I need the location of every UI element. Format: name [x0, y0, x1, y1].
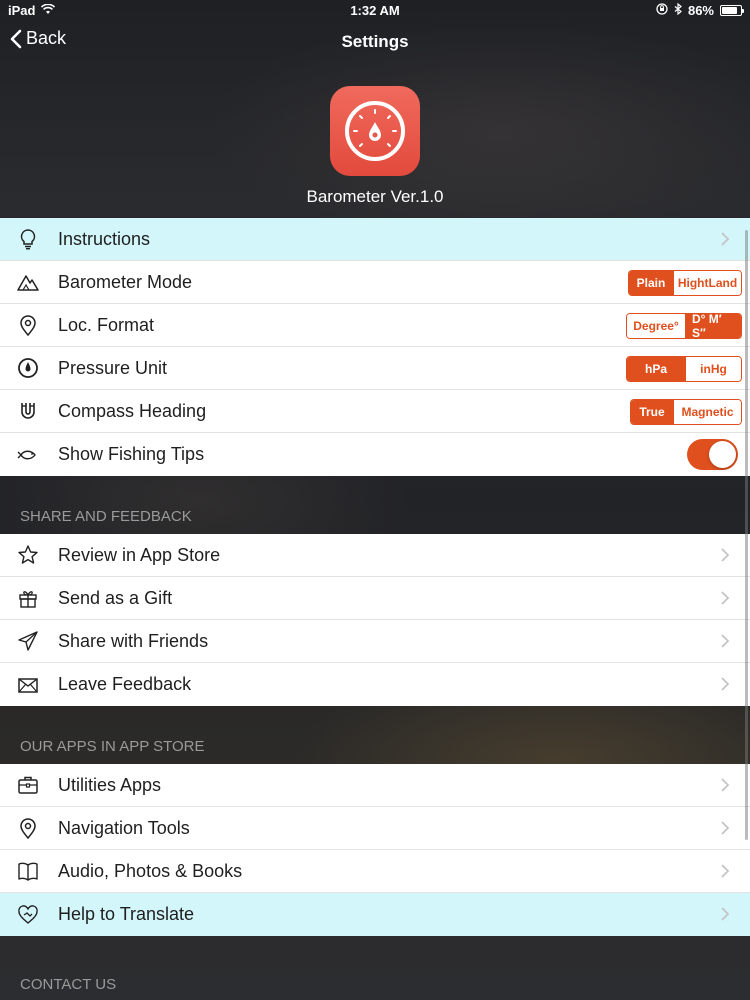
row-share[interactable]: Share with Friends	[0, 620, 750, 663]
lightbulb-icon	[0, 228, 58, 250]
navigation-label: Navigation Tools	[58, 817, 190, 838]
gift-icon	[0, 587, 58, 609]
navigation-bar: Back Settings	[0, 22, 750, 62]
gift-label: Send as a Gift	[58, 587, 173, 608]
fishing-tips-label: Show Fishing Tips	[58, 444, 205, 464]
pressure-unit-segmented-control: hPa inHg	[626, 356, 742, 382]
row-audio-photos-books[interactable]: Audio, Photos & Books	[0, 850, 750, 893]
section-header-apps: OUR APPS IN APP STORE	[20, 738, 205, 755]
status-time: 1:32 AM	[350, 3, 400, 18]
settings-group: Instructions Barometer Mode Plain HightL…	[0, 218, 750, 476]
chevron-right-icon	[721, 778, 730, 792]
barometer-mode-segmented-control: Plain HightLand	[628, 270, 742, 296]
status-bar: iPad 1:32 AM 86%	[0, 0, 750, 22]
magnet-icon	[0, 400, 58, 422]
rotation-lock-icon	[656, 3, 668, 18]
segment-dms[interactable]: D° M′ S″	[685, 314, 741, 338]
compass-heading-segmented-control: True Magnetic	[630, 399, 742, 425]
audio-photos-books-label: Audio, Photos & Books	[58, 860, 243, 881]
chevron-right-icon	[721, 821, 730, 835]
chevron-right-icon	[721, 591, 730, 605]
battery-percent: 86%	[687, 3, 714, 18]
section-header-share: SHARE AND FEEDBACK	[20, 508, 192, 525]
battery-icon	[720, 5, 744, 16]
loc-format-segmented-control: Degree° D° M′ S″	[626, 313, 742, 339]
section-header-contact: CONTACT US	[20, 976, 117, 993]
row-pressure-unit: Pressure Unit hPa inHg	[0, 347, 750, 390]
star-icon	[0, 544, 58, 566]
app-icon	[330, 86, 420, 176]
row-navigation[interactable]: Navigation Tools	[0, 807, 750, 850]
row-translate[interactable]: Help to Translate	[0, 893, 750, 936]
fish-icon	[0, 444, 58, 466]
utilities-label: Utilities Apps	[58, 774, 162, 795]
segment-inhg[interactable]: inHg	[685, 357, 741, 381]
segment-plain[interactable]: Plain	[629, 271, 673, 295]
share-group: Review in App Store Send as a Gift Share…	[0, 534, 750, 706]
row-fishing-tips: Show Fishing Tips	[0, 433, 750, 476]
segment-degree[interactable]: Degree°	[627, 314, 685, 338]
fishing-tips-toggle[interactable]	[687, 439, 738, 470]
segment-true[interactable]: True	[631, 400, 673, 424]
row-compass-heading: Compass Heading True Magnetic	[0, 390, 750, 433]
chevron-right-icon	[721, 548, 730, 562]
page-title: Settings	[341, 32, 409, 51]
barometer-gauge-icon	[345, 101, 405, 161]
row-barometer-mode: Barometer Mode Plain HightLand	[0, 261, 750, 304]
segment-hightland[interactable]: HightLand	[673, 271, 741, 295]
review-label: Review in App Store	[58, 544, 221, 565]
bluetooth-icon	[674, 2, 682, 18]
send-icon	[0, 630, 58, 652]
chevron-right-icon	[721, 677, 730, 691]
envelope-icon	[0, 674, 58, 696]
feedback-label: Leave Feedback	[58, 674, 192, 694]
chevron-right-icon	[721, 634, 730, 648]
row-instructions[interactable]: Instructions	[0, 218, 750, 261]
row-utilities[interactable]: Utilities Apps	[0, 764, 750, 807]
heart-handshake-icon	[0, 904, 58, 926]
gauge-icon	[0, 357, 58, 379]
instructions-label: Instructions	[58, 228, 151, 249]
apps-group: Utilities Apps Navigation Tools Audio, P…	[0, 764, 750, 936]
chevron-right-icon	[721, 864, 730, 878]
location-pin-icon	[0, 817, 58, 839]
app-version: Barometer Ver.1.0	[306, 187, 444, 206]
row-review[interactable]: Review in App Store	[0, 534, 750, 577]
book-icon	[0, 860, 58, 882]
segment-magnetic[interactable]: Magnetic	[673, 400, 741, 424]
chevron-right-icon	[721, 907, 730, 921]
battery-fill	[722, 7, 738, 14]
row-feedback[interactable]: Leave Feedback	[0, 663, 750, 706]
share-label: Share with Friends	[58, 630, 209, 651]
row-gift[interactable]: Send as a Gift	[0, 577, 750, 620]
toggle-knob	[709, 441, 736, 468]
toolbox-icon	[0, 774, 58, 796]
chevron-right-icon	[721, 232, 730, 246]
row-loc-format: Loc. Format Degree° D° M′ S″	[0, 304, 750, 347]
translate-label: Help to Translate	[58, 904, 195, 924]
segment-hpa[interactable]: hPa	[627, 357, 685, 381]
scrollbar[interactable]	[745, 230, 748, 840]
location-pin-icon	[0, 314, 58, 336]
mountain-icon	[0, 271, 58, 293]
